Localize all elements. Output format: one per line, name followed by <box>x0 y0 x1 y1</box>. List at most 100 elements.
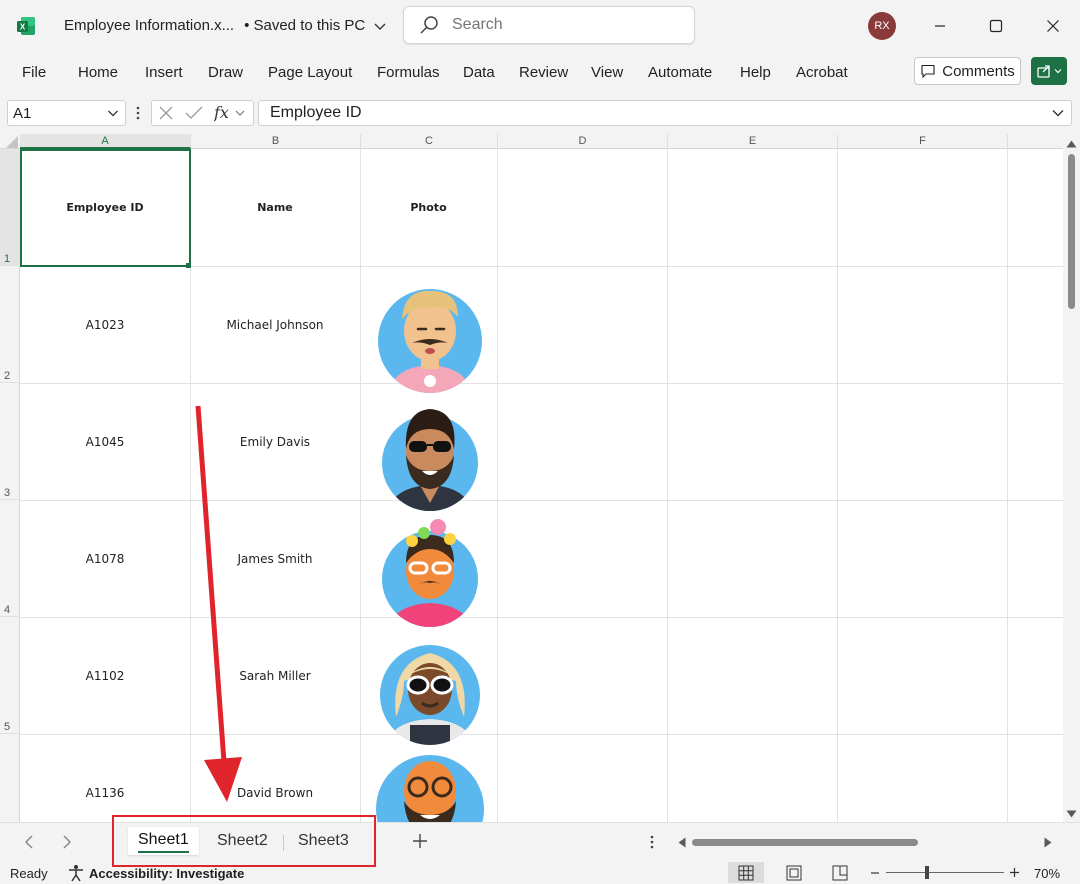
svg-text:X: X <box>20 23 26 32</box>
tab-home[interactable]: Home <box>78 64 118 81</box>
cell-c1[interactable]: Photo <box>360 149 497 266</box>
cell-name[interactable]: David Brown <box>190 734 360 822</box>
more-options-icon[interactable] <box>649 835 655 849</box>
row-header-4[interactable]: 4 <box>0 500 20 617</box>
worksheet-grid[interactable]: A B C D E F 1 2 3 4 5 Employee ID Name P… <box>0 134 1063 822</box>
accessibility-status[interactable]: Accessibility: Investigate <box>89 866 244 881</box>
close-button[interactable] <box>1036 10 1070 42</box>
title-bar: X Employee Information.x... • Saved to t… <box>0 0 1080 52</box>
tab-insert[interactable]: Insert <box>145 64 183 81</box>
column-header-e[interactable]: E <box>668 134 838 149</box>
column-header-b[interactable]: B <box>191 134 361 149</box>
cell-b1[interactable]: Name <box>190 149 360 266</box>
horizontal-scroll-thumb[interactable] <box>692 839 918 846</box>
tab-data[interactable]: Data <box>463 64 495 81</box>
page-layout-icon <box>786 865 802 880</box>
row-header-5[interactable]: 5 <box>0 617 20 734</box>
zoom-in-icon[interactable] <box>1009 867 1020 878</box>
gridline <box>667 149 668 822</box>
avatar-blond-mustache[interactable] <box>374 281 486 393</box>
row-header-3[interactable]: 3 <box>0 383 20 500</box>
tab-acrobat[interactable]: Acrobat <box>796 64 848 81</box>
avatar-bearded-sunglasses[interactable] <box>378 399 482 511</box>
gridline <box>837 149 838 822</box>
gridline <box>497 149 498 822</box>
column-header-f[interactable]: F <box>838 134 1008 149</box>
cell-employee-id[interactable]: A1136 <box>20 734 190 822</box>
save-status: • Saved to this PC <box>244 17 366 34</box>
chevron-down-icon <box>374 23 386 30</box>
minimize-button[interactable] <box>923 10 957 42</box>
avatar-white-sunglasses[interactable] <box>376 633 484 745</box>
page-break-view-button[interactable] <box>822 862 858 883</box>
scroll-left-icon[interactable] <box>678 837 686 848</box>
add-sheet-icon[interactable] <box>412 833 428 849</box>
vertical-scroll-thumb[interactable] <box>1068 154 1075 309</box>
column-header-c[interactable]: C <box>361 134 498 149</box>
comments-label: Comments <box>942 62 1015 80</box>
tab-file[interactable]: File <box>22 64 46 81</box>
status-ready: Ready <box>10 866 48 881</box>
scroll-down-icon[interactable] <box>1066 810 1077 818</box>
fill-handle[interactable] <box>186 263 191 268</box>
row-header-2[interactable]: 2 <box>0 266 20 383</box>
cell-name[interactable]: Michael Johnson <box>190 266 360 383</box>
cell-name[interactable]: Sarah Miller <box>190 617 360 734</box>
cell-name[interactable]: James Smith <box>190 500 360 617</box>
tab-help[interactable]: Help <box>740 64 771 81</box>
avatar-laughing-glasses[interactable] <box>374 749 486 822</box>
zoom-slider-thumb[interactable] <box>925 866 929 879</box>
cell-employee-id[interactable]: A1102 <box>20 617 190 734</box>
select-all-icon[interactable] <box>6 136 18 148</box>
share-button[interactable] <box>1031 57 1067 85</box>
tab-review[interactable]: Review <box>519 64 568 81</box>
cell-name[interactable]: Emily Davis <box>190 383 360 500</box>
cell-employee-id[interactable]: A1045 <box>20 383 190 500</box>
row-headers: 1 2 3 4 5 <box>0 149 20 822</box>
page-layout-view-button[interactable] <box>776 862 812 883</box>
chevron-down-icon <box>1054 69 1062 74</box>
previous-sheet-icon[interactable] <box>24 834 34 850</box>
comments-button[interactable]: Comments <box>914 57 1021 85</box>
share-icon <box>1037 65 1050 78</box>
column-header-d[interactable]: D <box>498 134 668 149</box>
gridline <box>1007 149 1008 822</box>
horizontal-scrollbar[interactable] <box>678 835 1054 849</box>
document-title[interactable]: Employee Information.x... • Saved to thi… <box>64 17 387 34</box>
tab-view[interactable]: View <box>591 64 623 81</box>
cancel-icon[interactable] <box>158 105 174 121</box>
search-input[interactable] <box>452 16 672 34</box>
name-box[interactable]: A1 <box>7 100 126 126</box>
avatar-flower-crown[interactable] <box>378 513 482 629</box>
cell-employee-id[interactable]: A1023 <box>20 266 190 383</box>
column-header-a[interactable]: A <box>20 134 191 149</box>
scroll-up-icon[interactable] <box>1066 140 1077 148</box>
formula-bar: A1 fx Employee ID <box>0 96 1080 130</box>
tab-page-layout[interactable]: Page Layout <box>268 64 352 81</box>
tab-automate[interactable]: Automate <box>648 64 712 81</box>
zoom-level[interactable]: 70% <box>1034 866 1060 881</box>
tab-formulas[interactable]: Formulas <box>377 64 440 81</box>
zoom-slider[interactable] <box>886 872 1004 873</box>
row-header-1[interactable]: 1 <box>0 149 20 266</box>
maximize-button[interactable] <box>979 10 1013 42</box>
next-sheet-icon[interactable] <box>62 834 72 850</box>
close-icon <box>1047 20 1059 32</box>
insert-function-icon[interactable]: fx <box>214 104 248 122</box>
scroll-right-icon[interactable] <box>1044 837 1052 848</box>
more-options-icon[interactable] <box>135 106 141 120</box>
chevron-down-icon <box>108 110 118 117</box>
cell-employee-id[interactable]: A1078 <box>20 500 190 617</box>
enter-check-icon[interactable] <box>185 105 203 121</box>
normal-view-button[interactable] <box>728 862 764 883</box>
user-avatar[interactable]: RX <box>868 12 896 40</box>
formula-input[interactable]: Employee ID <box>258 100 1072 126</box>
sheet-tabs-highlight <box>112 815 376 867</box>
search-box[interactable] <box>403 6 695 44</box>
zoom-out-icon[interactable] <box>870 868 880 878</box>
grid-view-icon <box>738 865 754 880</box>
vertical-scrollbar[interactable] <box>1063 134 1080 822</box>
tab-draw[interactable]: Draw <box>208 64 243 81</box>
expand-formula-bar-icon[interactable] <box>1051 106 1065 120</box>
formula-actions: fx <box>151 100 254 126</box>
